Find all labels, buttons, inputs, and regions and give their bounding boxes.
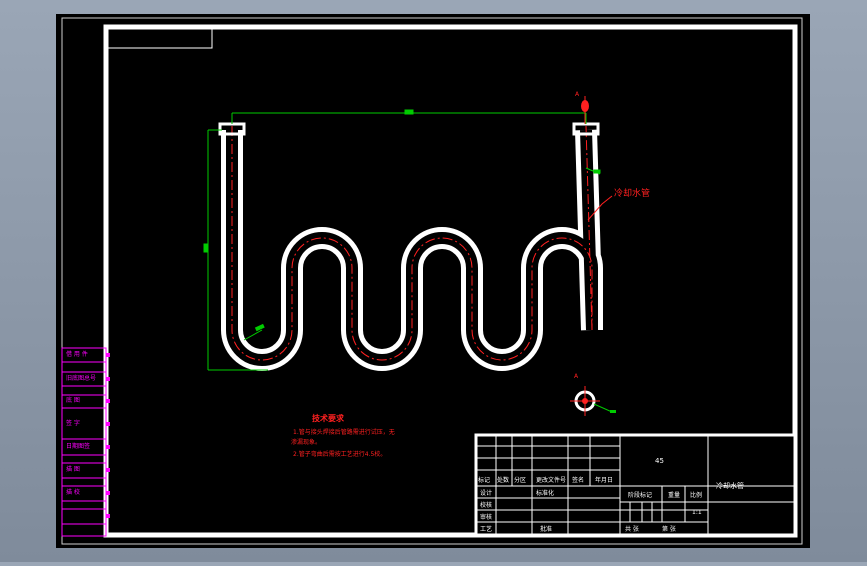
scale-label: 比例 [690, 491, 702, 499]
standardization-label: 标准化 [536, 489, 554, 497]
scale-value: 1:1 [692, 509, 702, 516]
notes-line-1: 1.管与接头焊接后管路需进行试压，无 [293, 428, 395, 436]
row-label-review: 审核 [480, 513, 492, 521]
approve-label: 批准 [540, 525, 552, 533]
title-block: 标记 处数 分区 更改文件号 签名 年月日 设计 校核 审核 工艺 标准化 批准… [474, 433, 797, 537]
stamp-label-0: 借 用 件 [66, 350, 88, 358]
weight-label: 重量 [668, 491, 680, 499]
cad-viewport: A 冷却水管 A 技术要求 1.管与接头焊接后管路需进行试压，无 渗漏现象。 2… [0, 0, 867, 562]
stage-mark-label: 阶段标记 [628, 491, 652, 499]
row-label-design: 设计 [480, 489, 492, 497]
part-name-label: 冷却水管 [716, 481, 744, 490]
height-dimension-text [203, 243, 209, 253]
stamp-label-4: 日期图签 [66, 442, 90, 450]
sheet-number: 第 张 [662, 525, 676, 533]
stamp-label-1: 旧底图总号 [66, 374, 96, 382]
row-label-process: 工艺 [480, 525, 492, 533]
sheet-total: 共 张 [625, 525, 639, 533]
stamp-label-6: 描 校 [66, 488, 80, 496]
drawing-canvas: A 冷却水管 A 技术要求 1.管与接头焊接后管路需进行试压，无 渗漏现象。 2… [56, 14, 810, 548]
notes-line-3: 2.管子弯曲后需按工艺进行4.5校。 [293, 450, 386, 458]
notes-line-2: 渗漏现象。 [291, 438, 321, 446]
stamp-label-2: 底 图 [66, 396, 80, 404]
notes-title: 技术要求 [312, 413, 345, 423]
change-header-4: 签名 [572, 476, 584, 484]
material-label: 45 [655, 457, 664, 465]
change-header-5: 年月日 [595, 476, 613, 484]
width-dimension-text [404, 109, 414, 115]
callout-label: 冷却水管 [614, 187, 650, 199]
change-header-1: 处数 [497, 476, 509, 484]
stamp-label-3: 签 字 [66, 419, 80, 427]
change-header-0: 标记 [478, 476, 490, 484]
change-header-3: 更改文件号 [536, 476, 566, 484]
row-label-check: 校核 [480, 501, 492, 509]
change-header-2: 分区 [514, 476, 526, 484]
stamp-label-5: 描 图 [66, 465, 80, 473]
